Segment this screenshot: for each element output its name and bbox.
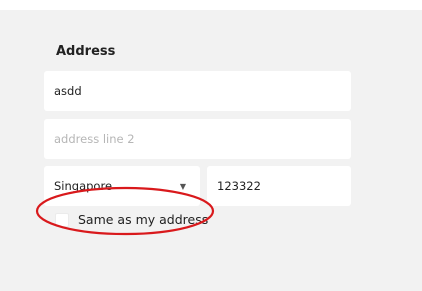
country-select[interactable]: Singapore ▼ [44,166,200,206]
same-address-option[interactable]: Same as my address [55,212,208,227]
caret-down-icon: ▼ [179,181,186,191]
same-address-checkbox[interactable] [55,212,69,227]
address-line2-input[interactable] [54,132,351,146]
address-line1-input[interactable] [54,84,351,98]
country-selected-value: Singapore [54,179,113,193]
address-line1-field[interactable] [44,71,351,111]
postal-code-input[interactable] [217,179,351,193]
same-address-label: Same as my address [78,212,209,227]
address-line2-field[interactable] [44,119,351,159]
postal-code-field[interactable] [207,166,351,206]
address-panel: Address Singapore ▼ Same as my address [0,10,422,291]
address-section-title: Address [56,44,116,59]
